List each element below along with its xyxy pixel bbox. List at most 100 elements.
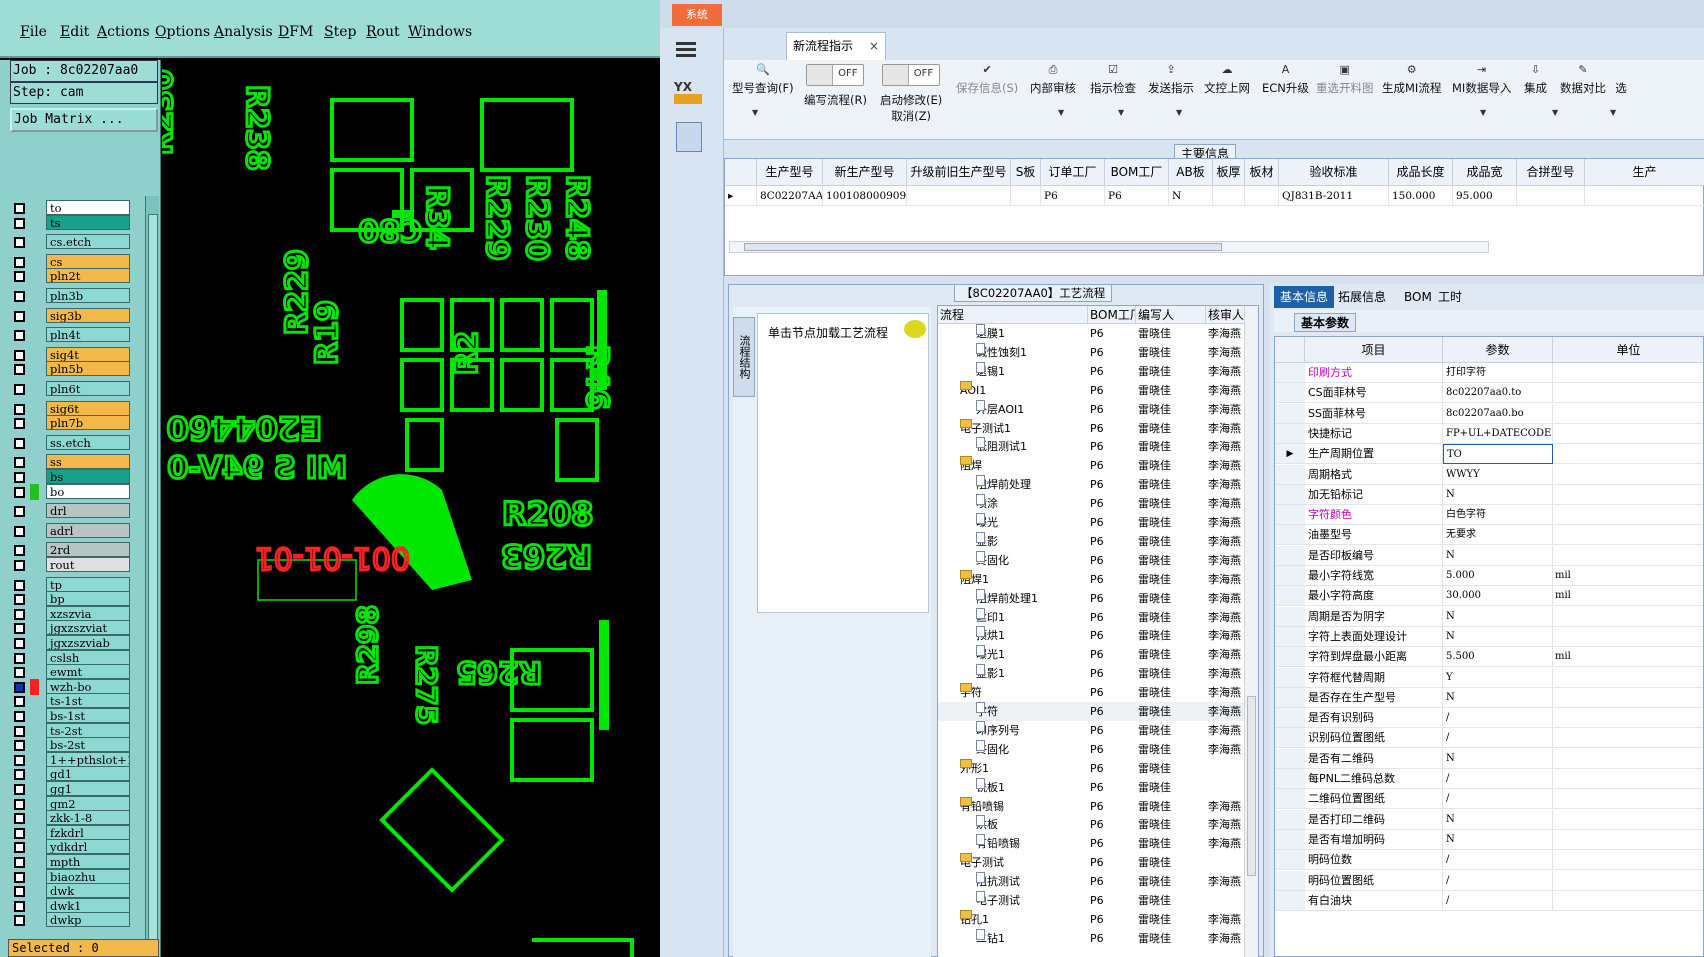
chevron-down-icon[interactable]: ▼	[1176, 108, 1182, 117]
grid-header[interactable]: S板	[1011, 159, 1041, 186]
tree-node[interactable]: 铣板1	[976, 777, 1086, 797]
grid-header[interactable]: 生产型号	[757, 159, 823, 186]
layer-name[interactable]: pln4t	[46, 327, 130, 343]
layer-name[interactable]: sig3b	[46, 307, 130, 323]
layer-checkbox[interactable]	[14, 256, 25, 268]
grid-header[interactable]: AB板	[1169, 159, 1213, 186]
grid-cell[interactable]	[907, 186, 1011, 206]
layer-checkbox[interactable]	[14, 827, 25, 839]
layer-row[interactable]: xzszvia	[10, 605, 131, 622]
tree-row[interactable]: 终固化P6雷晓佳李海燕已上网	[938, 550, 1258, 570]
property-tab[interactable]: 拓展信息	[1332, 286, 1392, 308]
tree-row[interactable]: 终固化P6雷晓佳李海燕已上网	[938, 739, 1258, 759]
tree-node[interactable]: −字符	[960, 683, 1086, 702]
layer-name[interactable]: dwk1	[46, 897, 130, 913]
grid-cell[interactable]: 8C02207AA0	[757, 186, 823, 206]
grid-hscrollbar[interactable]	[729, 241, 1489, 253]
ribbon-button[interactable]: ✎ 数据对比	[1560, 64, 1606, 96]
property-value[interactable]: N	[1443, 545, 1553, 566]
layer-row[interactable]: dwkp	[10, 912, 131, 928]
grid-header[interactable]: 成品宽	[1453, 159, 1517, 186]
layer-row[interactable]: ts	[10, 214, 131, 231]
layer-row[interactable]: bo	[10, 483, 131, 500]
layer-name[interactable]: dwkp	[46, 912, 130, 928]
layer-checkbox[interactable]	[14, 652, 25, 664]
property-value[interactable]: 30.000	[1443, 586, 1553, 607]
layer-name[interactable]: ts	[46, 214, 130, 230]
tree-row[interactable]: 碱性蚀刻1P6雷晓佳李海燕已上网	[938, 342, 1258, 362]
property-row[interactable]: 是否有识别码 /	[1275, 708, 1703, 729]
layer-checkbox[interactable]	[14, 457, 25, 469]
grid-cell[interactable]	[1213, 186, 1245, 206]
layer-row[interactable]: sig6t	[10, 400, 131, 417]
layer-checkbox[interactable]	[14, 349, 25, 361]
tree-row[interactable]: −阻焊1P6雷晓佳李海燕已上网	[938, 569, 1258, 589]
layer-row[interactable]: mpth	[10, 854, 131, 870]
tree-node[interactable]: −电子测试	[960, 853, 1086, 872]
layer-checkbox[interactable]	[14, 667, 25, 679]
property-row[interactable]: 最小字符线宽 5.000 mil	[1275, 566, 1703, 586]
layer-checkbox[interactable]	[14, 418, 25, 430]
layer-row[interactable]: gm2	[10, 795, 131, 812]
property-value[interactable]: 白色字符	[1443, 505, 1553, 526]
layer-name[interactable]: drl	[46, 503, 130, 519]
grid-cell[interactable]	[1585, 186, 1704, 206]
property-row[interactable]: 每PNL二维码总数 /	[1275, 769, 1703, 789]
property-value[interactable]: N	[1443, 809, 1553, 830]
system-button[interactable]: 系统	[672, 4, 722, 26]
menu-item-actions[interactable]: Actions	[97, 24, 150, 40]
layer-checkbox[interactable]	[14, 271, 25, 283]
layer-name[interactable]: ewmt	[46, 664, 130, 680]
layer-name[interactable]: dwk	[46, 883, 130, 899]
layer-name[interactable]: jgxzszviat	[46, 620, 130, 636]
grid-cell[interactable]: 150.000	[1389, 186, 1453, 206]
property-row[interactable]: 有白油块 /	[1275, 890, 1703, 911]
ribbon-button[interactable]: OFF 启动修改(E) 取消(Z)	[880, 64, 942, 124]
tree-row[interactable]: 预烘1P6雷晓佳李海燕已上网	[938, 626, 1258, 645]
grid-header[interactable]: 成品长度	[1389, 159, 1453, 186]
layer-name[interactable]: sig4t	[46, 346, 130, 362]
layer-name[interactable]: bs	[46, 469, 130, 484]
layer-row[interactable]: tp	[10, 576, 131, 593]
grid-header[interactable]: 新生产型号	[823, 159, 907, 186]
property-header[interactable]: 参数	[1443, 337, 1553, 363]
layer-checkbox[interactable]	[14, 623, 25, 635]
grid-cell[interactable]: 10010800090968	[823, 186, 907, 206]
tree-node[interactable]: 曝光1	[976, 645, 1086, 664]
property-value[interactable]: WWYY	[1443, 464, 1553, 485]
property-row[interactable]: 油墨型号 无要求	[1275, 525, 1703, 546]
property-value[interactable]: 8c02207aa0.to	[1443, 383, 1553, 404]
tree-node[interactable]: 显影	[976, 531, 1086, 551]
layer-row[interactable]: bs-2st	[10, 737, 131, 753]
property-row[interactable]: 快捷标记 FP+UL+DATECODE	[1275, 423, 1703, 444]
layer-checkbox[interactable]	[14, 711, 25, 722]
menu-item-options[interactable]: Options	[155, 24, 210, 40]
flow-structure-tab[interactable]: 流程结构	[733, 317, 755, 397]
property-tab[interactable]: 基本信息	[1274, 286, 1335, 308]
layer-checkbox[interactable]	[14, 437, 25, 449]
layer-checkbox[interactable]	[14, 900, 25, 912]
layer-name[interactable]: pln3b	[46, 288, 130, 303]
property-row[interactable]: 字符上表面处理设计 N	[1275, 626, 1703, 647]
grid-cell[interactable]: N	[1169, 186, 1213, 206]
grid-header[interactable]: 板材	[1245, 159, 1279, 186]
property-row[interactable]: 是否有二维码 N	[1275, 748, 1703, 769]
layer-checkbox[interactable]	[14, 769, 25, 781]
layer-checkbox[interactable]	[14, 638, 25, 649]
tree-row[interactable]: 显影P6雷晓佳李海燕已上网	[938, 531, 1258, 551]
property-row[interactable]: 是否印板编号 N	[1275, 545, 1703, 566]
layer-row[interactable]: cslsh	[10, 649, 131, 666]
tree-row[interactable]: 字符P6雷晓佳李海燕已上网	[938, 702, 1258, 721]
layer-checkbox[interactable]	[14, 857, 25, 868]
tree-row[interactable]: 铣板1P6雷晓佳已编写	[938, 777, 1258, 797]
ribbon-button[interactable]: ▣ 重选开料图	[1316, 64, 1374, 96]
layer-checkbox[interactable]	[14, 681, 25, 693]
layer-checkbox[interactable]	[14, 696, 25, 708]
layer-checkbox[interactable]	[14, 725, 25, 737]
property-row[interactable]: ▶ 生产周期位置 TO	[1275, 444, 1703, 465]
tree-row[interactable]: 外层AOI1P6雷晓佳李海燕已上网	[938, 399, 1258, 419]
tree-node[interactable]: −阻焊	[960, 456, 1086, 475]
property-row[interactable]: 字符到焊盘最小距离 5.500 mil	[1275, 647, 1703, 668]
property-row[interactable]: 最小字符高度 30.000 mil	[1275, 586, 1703, 607]
layer-name[interactable]: ydkdrl	[46, 839, 130, 855]
